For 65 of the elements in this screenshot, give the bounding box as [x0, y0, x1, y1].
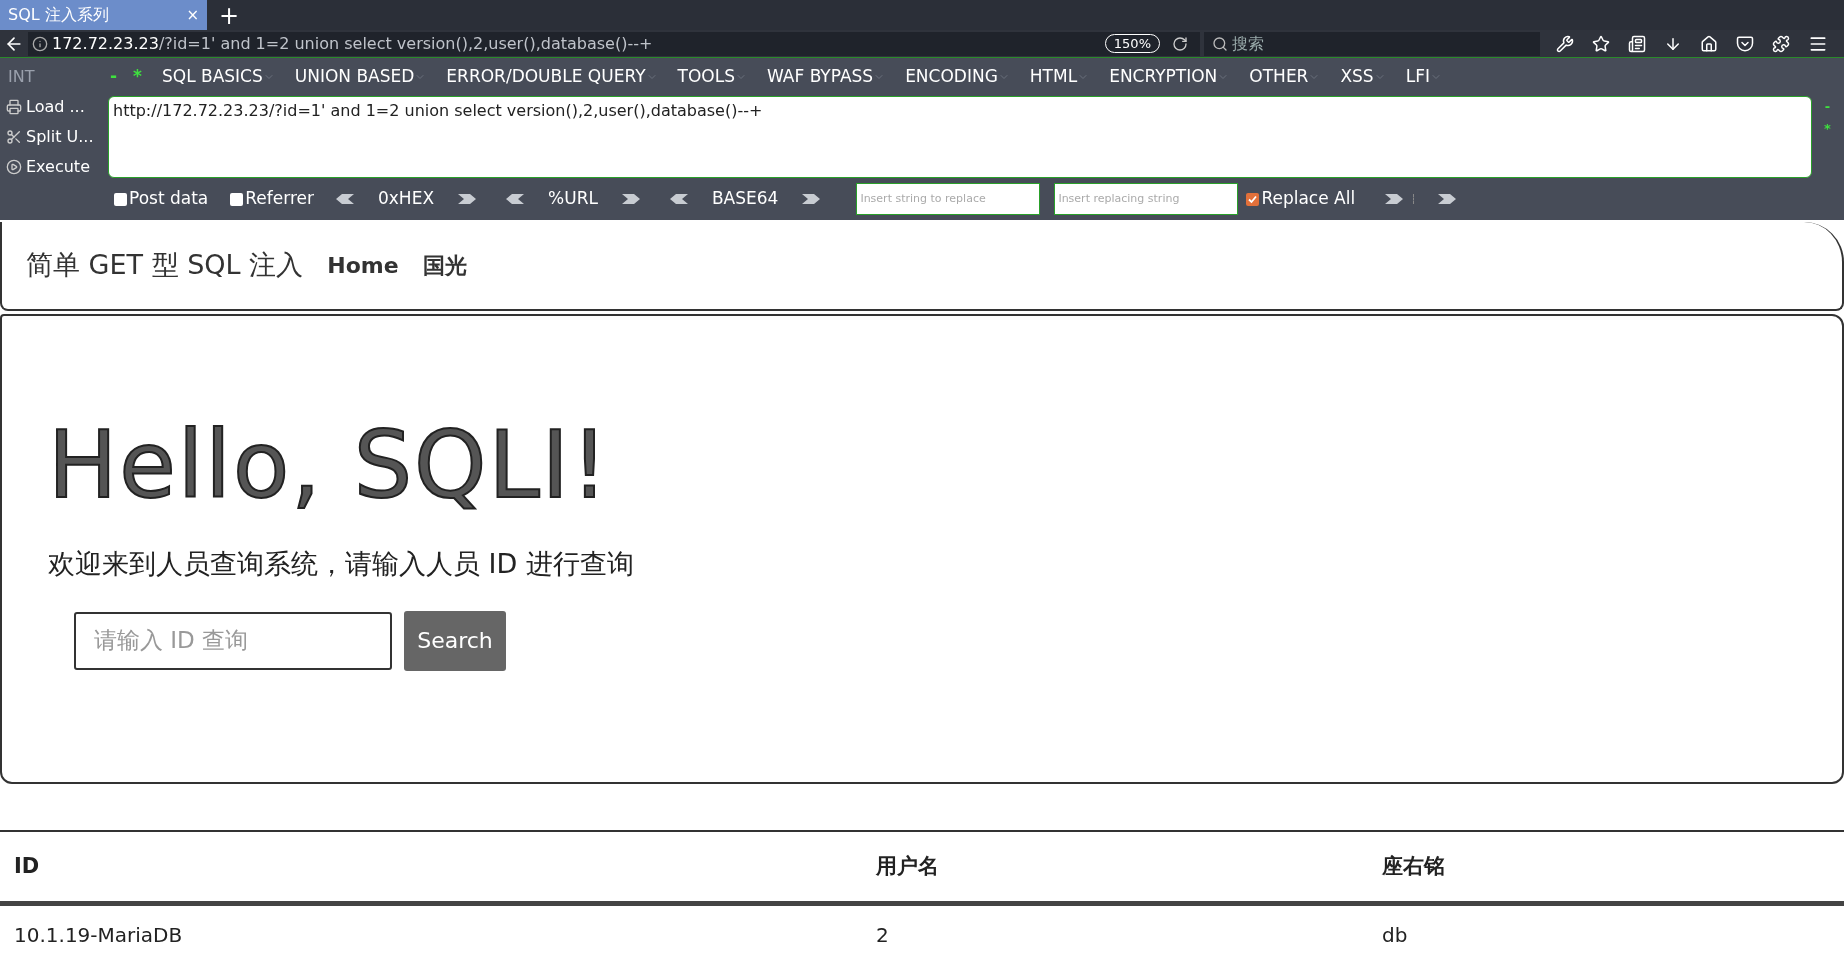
- home-icon[interactable]: [1700, 34, 1718, 53]
- check-icon: [1248, 194, 1258, 204]
- left-arrow-icon[interactable]: [506, 194, 525, 204]
- table-cell-text: 10.1.19-MariaDB: [14, 922, 184, 949]
- expand-button[interactable]: *: [133, 64, 142, 90]
- marker-text[interactable]: *: [1824, 122, 1831, 136]
- action-button[interactable]: Execute: [6, 155, 108, 179]
- column-header: 座右铭: [1382, 852, 1446, 880]
- checkbox[interactable]: [1246, 192, 1260, 206]
- checkbox-label: Referrer: [245, 187, 314, 211]
- marker-text[interactable]: -: [1824, 100, 1831, 114]
- column-header: 用户名: [876, 852, 940, 880]
- right-arrow-icon[interactable]: [1385, 194, 1404, 204]
- star-icon[interactable]: [1592, 34, 1610, 53]
- info-icon[interactable]: [32, 35, 48, 52]
- right-arrow-icon[interactable]: [458, 194, 477, 204]
- nav-link[interactable]: 国光: [422, 249, 467, 282]
- scissors-icon: [6, 129, 22, 145]
- url-field[interactable]: 172.72.23.23/?id=1' and 1=2 union select version(),2,user(),database()--+: [52, 31, 1101, 56]
- checkbox-label: Post data: [129, 187, 209, 211]
- menu-item[interactable]: WAF BYPASS: [766, 64, 886, 90]
- table-cell-text: 2: [876, 922, 890, 949]
- reload-icon[interactable]: [1172, 35, 1188, 52]
- checkbox[interactable]: [114, 192, 127, 206]
- lead-text: 欢迎来到人员查询系统，请输入人员 ID 进行查询: [48, 547, 635, 581]
- encoder-label: BASE64: [711, 187, 779, 211]
- column-header: ID: [14, 852, 41, 880]
- search-field[interactable]: 搜索: [1204, 31, 1540, 56]
- search-icon: [1212, 35, 1228, 52]
- menu-item[interactable]: XSS: [1340, 64, 1386, 90]
- right-arrow-icon[interactable]: [1438, 194, 1457, 204]
- menu-item[interactable]: OTHER: [1249, 64, 1321, 90]
- tab-title: SQL 注入系列: [8, 4, 109, 26]
- search-button[interactable]: Search: [404, 610, 506, 671]
- menu-item[interactable]: HTML: [1029, 64, 1090, 90]
- encoder-label: %URL: [548, 187, 598, 211]
- play-icon: [6, 159, 22, 175]
- collapse-button[interactable]: -: [110, 64, 118, 90]
- action-button[interactable]: Load ...: [6, 95, 108, 119]
- checkbox-label: Replace All: [1261, 187, 1356, 211]
- nav-link[interactable]: Home: [327, 249, 399, 282]
- menu-item[interactable]: ENCODING: [905, 64, 1010, 90]
- table-cell-text: db: [1382, 922, 1409, 949]
- menu-item[interactable]: ERROR/DOUBLE QUERY: [446, 64, 658, 90]
- left-arrow-icon[interactable]: [669, 194, 688, 204]
- brand-title[interactable]: 简单 GET 型 SQL 注入: [26, 245, 304, 286]
- checkbox[interactable]: [230, 192, 244, 206]
- menu-item[interactable]: ENCRYPTION: [1109, 64, 1230, 90]
- left-arrow-icon[interactable]: [336, 194, 354, 204]
- menu-item[interactable]: TOOLS: [677, 64, 747, 90]
- hero-title: Hello, SQLI!: [48, 416, 611, 516]
- menu-item[interactable]: SQL BASICS: [161, 64, 275, 90]
- menu-item[interactable]: LFI: [1405, 64, 1442, 90]
- pocket-icon[interactable]: [1736, 34, 1754, 53]
- action-button[interactable]: Split U...: [6, 125, 108, 149]
- right-arrow-icon[interactable]: [621, 194, 640, 204]
- new-tab-button[interactable]: +: [207, 2, 252, 30]
- right-arrow-icon[interactable]: [802, 194, 821, 204]
- extension-icon[interactable]: [1772, 34, 1790, 53]
- url-textarea[interactable]: http://172.72.23.23/?id=1' and 1=2 union select version(),2,user(),database()--+: [108, 96, 1812, 178]
- menu-item[interactable]: UNION BASED: [294, 64, 427, 90]
- wrench-icon[interactable]: [1556, 34, 1574, 53]
- printer-icon: [6, 99, 22, 115]
- reader-icon[interactable]: [1628, 34, 1646, 53]
- encoder-label: 0xHEX: [378, 187, 435, 211]
